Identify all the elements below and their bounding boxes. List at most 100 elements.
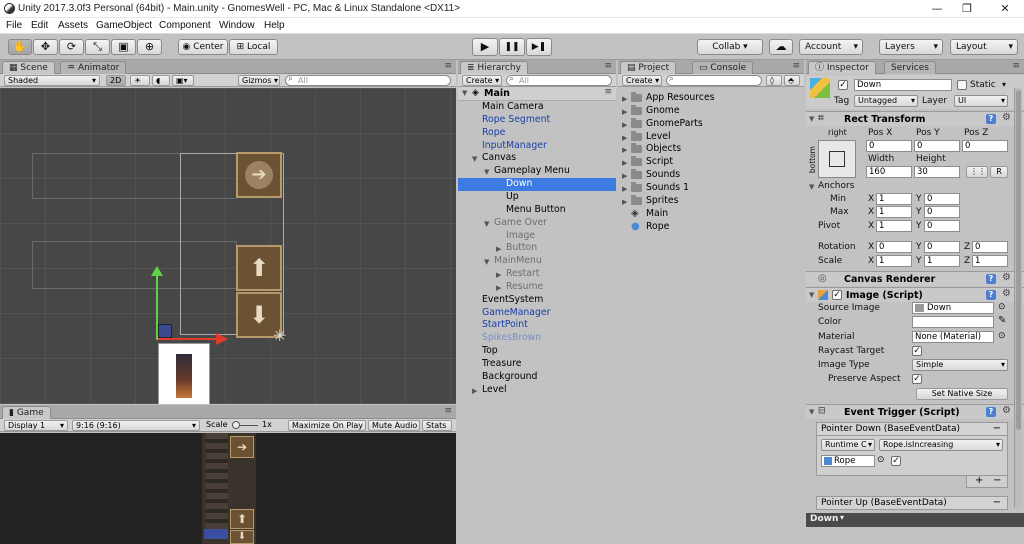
target-picker-icon[interactable]: ⊙ [877,455,885,465]
maximize-on-play-toggle[interactable]: Maximize On Play [288,420,366,431]
tab-services[interactable]: Services [884,61,936,74]
event-target-object-field[interactable]: Rope [821,455,875,467]
color-swatch[interactable] [912,316,994,328]
image-enabled-checkbox[interactable]: ✓ [832,290,842,300]
hierarchy-item[interactable]: Image [458,230,616,243]
hand-tool-icon[interactable]: ✋ [8,39,32,55]
project-item[interactable]: ▶ Sounds 1 [618,181,804,195]
height-field[interactable]: 30 [914,166,960,178]
shading-mode-dropdown[interactable]: Shaded ▾ [4,75,100,86]
canvas-renderer-gear-icon[interactable]: ⚙ [1002,272,1011,283]
static-chevron-icon[interactable]: ▾ [1002,80,1006,89]
hierarchy-item[interactable]: Main Camera [458,101,616,114]
menu-component[interactable]: Component [159,20,211,31]
rect-transform-header[interactable]: ▼ ⌗ Rect Transform ? ⚙ [806,111,1024,126]
game-right-button-icon[interactable]: ➔ [230,436,254,458]
display-dropdown[interactable]: Display 1 ▾ [4,420,68,431]
active-checkbox[interactable]: ✓ [838,80,848,90]
hierarchy-item[interactable]: ▼ Gameplay Menu [458,165,616,178]
image-expand-icon[interactable]: ▼ [809,291,814,299]
scale-tool-icon[interactable]: ⤡ [85,39,110,55]
scene-menu-icon[interactable]: ≡ [604,87,612,97]
hierarchy-item[interactable]: ▼ Canvas [458,152,616,165]
tab-project[interactable]: ▤ Project [620,61,677,74]
collab-button[interactable]: Collab ▾ [697,39,763,55]
hierarchy-item[interactable]: ▼ MainMenu [458,255,616,268]
tab-inspector[interactable]: ⓘ Inspector [808,61,876,74]
pivot-center-button[interactable]: ◉ Center [178,39,228,55]
max-x-field[interactable]: 1 [876,206,912,218]
max-y-field[interactable]: 0 [924,206,960,218]
object-name-field[interactable]: Down [854,79,952,91]
hierarchy-menu-icon[interactable]: ≡ [604,61,612,71]
footer-chevron-icon[interactable]: ▾ [840,513,844,522]
rect-transform-expand-icon[interactable]: ▼ [809,115,814,123]
min-x-field[interactable]: 1 [876,193,912,205]
tab-game[interactable]: ▮ Game [2,406,51,419]
move-gizmo-y-arrow-icon[interactable] [151,266,163,276]
pause-button[interactable]: ❚❚ [499,38,525,56]
inspector-menu-icon[interactable]: ≡ [1012,61,1020,71]
hierarchy-item[interactable]: Treasure [458,358,616,371]
close-button[interactable]: ✕ [990,0,1020,18]
project-item[interactable]: ▶ Script [618,156,804,169]
2d-toggle[interactable]: 2D [106,75,126,86]
project-create-dropdown[interactable]: Create ▾ [622,75,662,86]
transform-tool-icon[interactable]: ⊕ [137,39,162,55]
hierarchy-item[interactable]: ▶ Resume [458,281,616,294]
image-gear-icon[interactable]: ⚙ [1002,288,1011,299]
stats-toggle[interactable]: Stats [422,420,452,431]
hierarchy-item[interactable]: ▶ Level [458,384,616,397]
scale-x-field[interactable]: 1 [876,255,912,267]
gear-icon[interactable]: ⚙ [1002,112,1011,123]
project-item[interactable]: ▶ Gnome [618,104,804,118]
hierarchy-item[interactable]: StartPoint [458,319,616,332]
hierarchy-item[interactable]: Background [458,371,616,384]
scene-expand-icon[interactable]: ▼ [462,89,467,97]
tab-scene[interactable]: ▦ Scene [2,61,55,74]
canvas-renderer-help-icon[interactable]: ? [986,274,996,284]
event-bool-checkbox[interactable]: ✓ [891,456,901,466]
event-trigger-gear-icon[interactable]: ⚙ [1002,405,1011,416]
project-search-input[interactable] [666,75,762,86]
hierarchy-create-dropdown[interactable]: Create ▾ [462,75,502,86]
preserve-aspect-checkbox[interactable]: ✓ [912,374,922,384]
project-item[interactable]: ◈ Main [618,208,804,221]
collapse-arrow-icon[interactable]: ▶ [472,385,477,398]
material-field[interactable]: None (Material) [912,331,994,343]
minimize-button[interactable]: — [922,0,952,18]
hierarchy-item[interactable]: ▶ Restart [458,268,616,281]
pos-x-field[interactable]: 0 [866,140,912,152]
scale-y-field[interactable]: 1 [924,255,960,267]
aspect-dropdown[interactable]: 9:16 (9:16) ▾ [72,420,200,431]
hierarchy-item[interactable]: SpikesBrown [458,332,616,345]
source-image-picker-icon[interactable]: ⊙ [998,302,1006,312]
right-arrow-button-icon[interactable]: ➔ [236,152,282,198]
hierarchy-item[interactable]: InputManager [458,140,616,153]
project-item[interactable]: ▶ App Resources [618,92,804,105]
move-gizmo-x-arrow-icon[interactable] [216,333,228,345]
source-image-field[interactable]: Down [912,302,994,314]
step-button[interactable]: ▶❚ [526,38,552,56]
hierarchy-item[interactable]: EventSystem [458,294,616,307]
function-dropdown[interactable]: Rope.isIncreasing [879,439,1003,451]
up-arrow-button-icon[interactable]: ⬆ [236,245,282,291]
static-checkbox[interactable] [957,80,967,90]
space-local-button[interactable]: ⊞ Local [229,39,278,55]
menu-gameobject[interactable]: GameObject [96,20,152,31]
account-dropdown[interactable]: Account ▾ [799,39,863,55]
hierarchy-item[interactable]: Rope Segment [458,114,616,127]
menu-window[interactable]: Window [219,20,255,31]
layers-dropdown[interactable]: Layers ▾ [879,39,943,55]
tab-console[interactable]: ▭ Console [692,61,754,74]
layer-dropdown[interactable]: UI [954,95,1008,107]
material-picker-icon[interactable]: ⊙ [998,331,1006,341]
search-by-type-icon[interactable]: ◊ [766,75,782,86]
remove-pointer-up-icon[interactable]: − [993,497,1001,508]
raw-edit-button[interactable]: R [990,166,1008,178]
min-y-field[interactable]: 0 [924,193,960,205]
rect-tool-icon[interactable]: ▣ [111,39,136,55]
set-native-size-button[interactable]: Set Native Size [916,388,1008,400]
remove-event-icon[interactable]: − [993,423,1001,434]
anchor-presets-button[interactable] [818,140,856,178]
